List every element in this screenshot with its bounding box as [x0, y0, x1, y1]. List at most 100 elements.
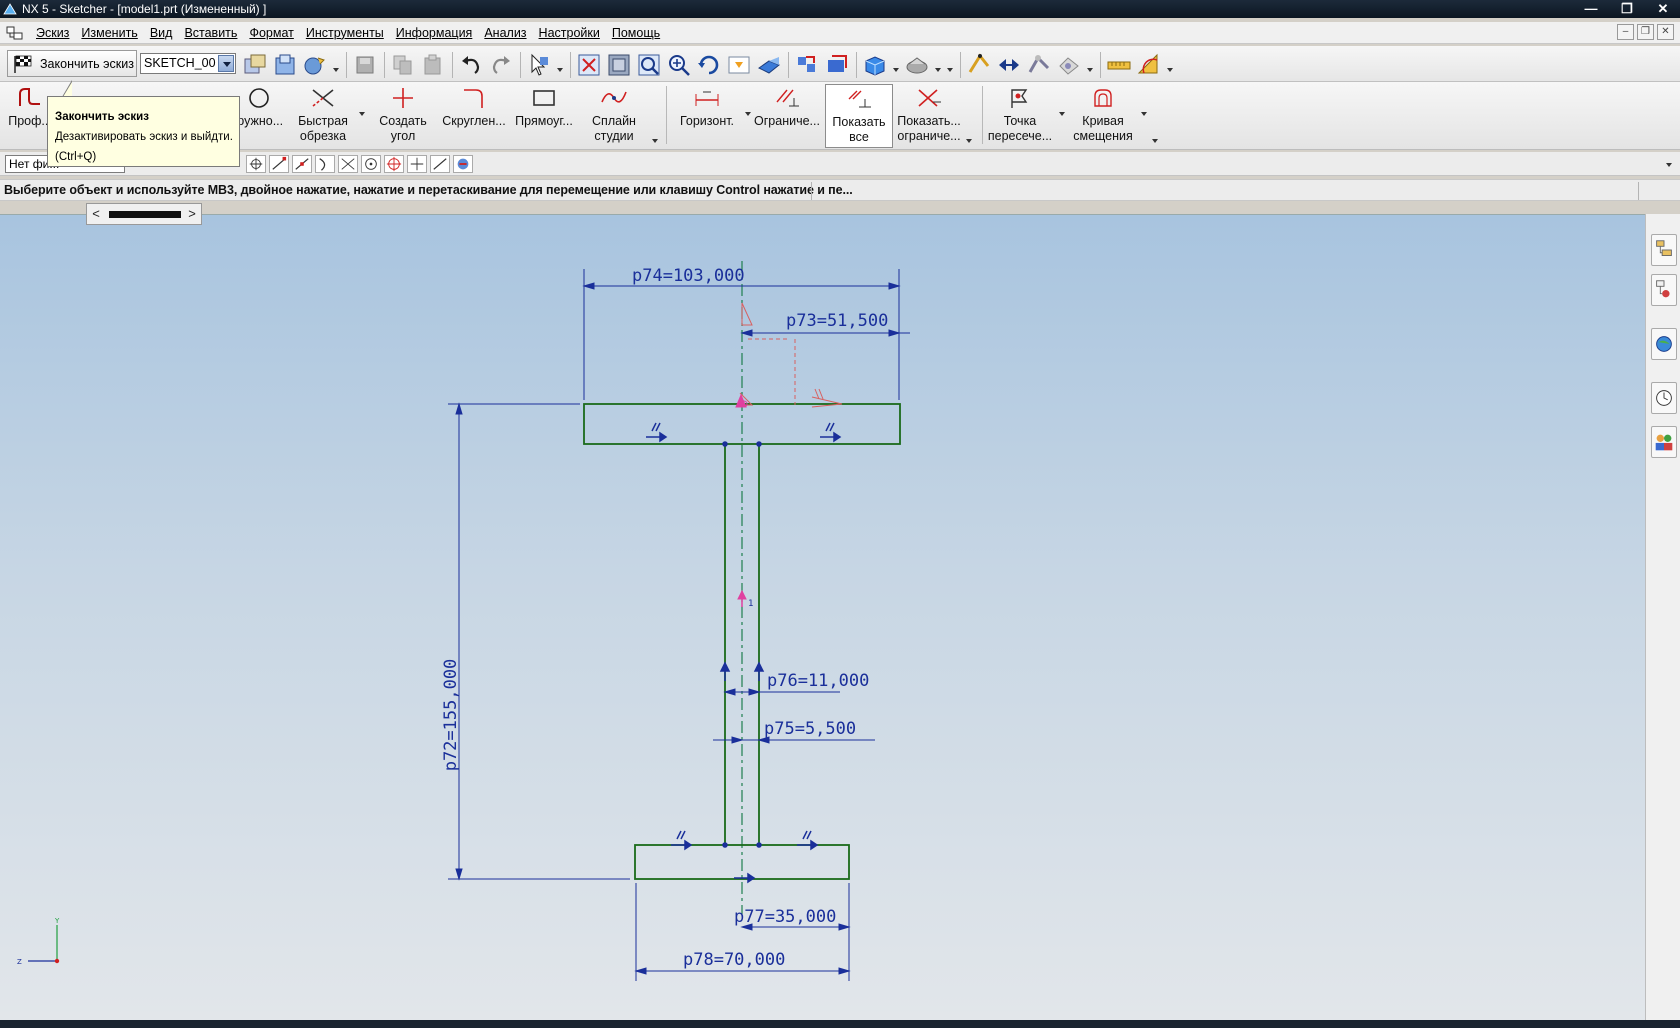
snap-midpoint-icon[interactable]: [292, 155, 312, 173]
curve-tools-dropdown[interactable]: [652, 137, 660, 145]
chevron-down-icon[interactable]: [218, 55, 234, 72]
profile-button[interactable]: Проф...: [8, 84, 52, 148]
assembly-navigator-icon[interactable]: [1651, 234, 1677, 266]
menu-help[interactable]: Помощь: [606, 25, 666, 41]
measure-angle-icon[interactable]: [1026, 52, 1052, 78]
view-cube-dropdown[interactable]: [892, 52, 900, 78]
redo-icon[interactable]: [488, 52, 514, 78]
offset-dropdown[interactable]: [1141, 110, 1149, 118]
menu-insert[interactable]: Вставить: [178, 25, 243, 41]
web-browser-icon[interactable]: [1651, 328, 1677, 360]
menu-sketch[interactable]: Эскиз: [30, 25, 75, 41]
snap-arc-center-icon[interactable]: [361, 155, 381, 173]
intersection-point-button[interactable]: Точка пересече...: [986, 84, 1054, 148]
snap-control-point-icon[interactable]: [315, 155, 335, 173]
point-marker-label: 1: [748, 599, 753, 609]
menu-format[interactable]: Формат: [243, 25, 299, 41]
point-dropdown[interactable]: [1059, 110, 1067, 118]
horizontal-dimension-icon: [695, 91, 719, 106]
offset-curve-button[interactable]: Кривая смещения: [1068, 84, 1138, 148]
copy-icon[interactable]: [390, 52, 416, 78]
finish-sketch-button[interactable]: Закончить эскиз: [7, 50, 137, 77]
analyze-icon[interactable]: [966, 52, 992, 78]
selection-icon[interactable]: [526, 52, 552, 78]
show-all-constraints-button[interactable]: Показать все: [825, 84, 893, 148]
orient-view-icon[interactable]: [242, 52, 268, 78]
part-navigator-icon[interactable]: [1651, 274, 1677, 306]
render-style-icon[interactable]: [756, 52, 782, 78]
sketch-name-select[interactable]: SKETCH_00: [140, 53, 236, 74]
constraint-display-dropdown[interactable]: [966, 137, 974, 145]
offset-curve-icon: [1094, 89, 1112, 107]
menu-preferences[interactable]: Настройки: [533, 25, 606, 41]
reattach-icon[interactable]: [272, 52, 298, 78]
snap-enable-icon[interactable]: [246, 155, 266, 173]
menu-analysis[interactable]: Анализ: [478, 25, 532, 41]
measure-body-icon[interactable]: [1056, 52, 1082, 78]
close-button[interactable]: ✕: [1652, 0, 1674, 18]
fit-view-icon[interactable]: [576, 52, 602, 78]
doc-restore-button[interactable]: ❐: [1637, 24, 1654, 40]
history-icon[interactable]: [1651, 382, 1677, 414]
show-no-constraints-label-2: ограниче...: [897, 129, 961, 143]
constraints-button[interactable]: Ограниче...: [752, 84, 822, 148]
trim-dropdown[interactable]: [359, 110, 367, 118]
snap-existing-point-icon[interactable]: [407, 155, 427, 173]
measure-dropdown[interactable]: [1086, 52, 1094, 78]
replace-view-icon[interactable]: [794, 52, 820, 78]
zoom-in-out-icon[interactable]: [666, 52, 692, 78]
fillet-label: Скруглен...: [442, 114, 506, 128]
snap-intersection-icon[interactable]: [338, 155, 358, 173]
measure-distance-icon[interactable]: [996, 52, 1022, 78]
resource-bar: [1645, 214, 1680, 1022]
pan-icon[interactable]: [726, 52, 752, 78]
restore-button[interactable]: ❐: [1616, 0, 1638, 18]
snap-view-icon[interactable]: [824, 52, 850, 78]
shading-icon[interactable]: [904, 52, 930, 78]
shading-dropdown[interactable]: [934, 52, 942, 78]
dimension-lines: [448, 269, 910, 981]
doc-close-button[interactable]: ✕: [1657, 24, 1674, 40]
zoom-icon[interactable]: [636, 52, 662, 78]
ruler-dropdown[interactable]: [1166, 52, 1174, 78]
paste-icon[interactable]: [420, 52, 446, 78]
minimize-button[interactable]: —: [1580, 0, 1602, 18]
protractor-icon[interactable]: [1136, 52, 1162, 78]
snap-on-curve-icon[interactable]: [430, 155, 450, 173]
zoom-window-icon[interactable]: [606, 52, 632, 78]
view-cube-icon[interactable]: [862, 52, 888, 78]
menu-view[interactable]: Вид: [144, 25, 179, 41]
graphics-window[interactable]: 1 p74=103,000 p73=51,500 p76=11,000 p75=…: [0, 214, 1645, 1022]
update-dropdown[interactable]: [332, 52, 340, 78]
tooltip-shortcut: (Ctrl+Q): [55, 151, 97, 163]
quick-trim-button[interactable]: Быстрая обрезка: [292, 84, 354, 148]
snap-quadrant-icon[interactable]: [384, 155, 404, 173]
menu-edit[interactable]: Изменить: [75, 25, 143, 41]
snap-endpoint-icon[interactable]: [269, 155, 289, 173]
rotate-icon[interactable]: [696, 52, 722, 78]
make-corner-button[interactable]: Создать угол: [372, 84, 434, 148]
sketch-menu-icon: [6, 26, 23, 40]
toolbar-options-dropdown[interactable]: [946, 52, 954, 78]
undo-icon[interactable]: [458, 52, 484, 78]
toolbar-more-dropdown[interactable]: [1152, 137, 1160, 145]
ruler-icon[interactable]: [1106, 52, 1132, 78]
pager-left-icon[interactable]: <: [87, 204, 105, 224]
fillet-button[interactable]: Скруглен...: [440, 84, 508, 148]
save-icon[interactable]: [352, 52, 378, 78]
selection-dropdown[interactable]: [556, 52, 564, 78]
roles-icon[interactable]: [1651, 426, 1677, 458]
coordinate-triad: Y Z: [17, 917, 60, 966]
update-model-icon[interactable]: [302, 52, 328, 78]
menu-tools[interactable]: Инструменты: [300, 25, 390, 41]
doc-minimize-button[interactable]: –: [1617, 24, 1634, 40]
pager-right-icon[interactable]: >: [183, 204, 201, 224]
snap-point-constructor-icon[interactable]: [453, 155, 473, 173]
pager-track[interactable]: [109, 211, 181, 218]
selection-bar-dropdown[interactable]: [1666, 161, 1674, 169]
rectangle-button[interactable]: Прямоуг...: [512, 84, 576, 148]
studio-spline-button[interactable]: Сплайн студии: [582, 84, 646, 148]
menu-information[interactable]: Информация: [390, 25, 479, 41]
horizontal-dim-button[interactable]: Горизонт.: [674, 84, 740, 148]
show-no-constraints-button[interactable]: Показать... ограниче...: [896, 84, 962, 148]
